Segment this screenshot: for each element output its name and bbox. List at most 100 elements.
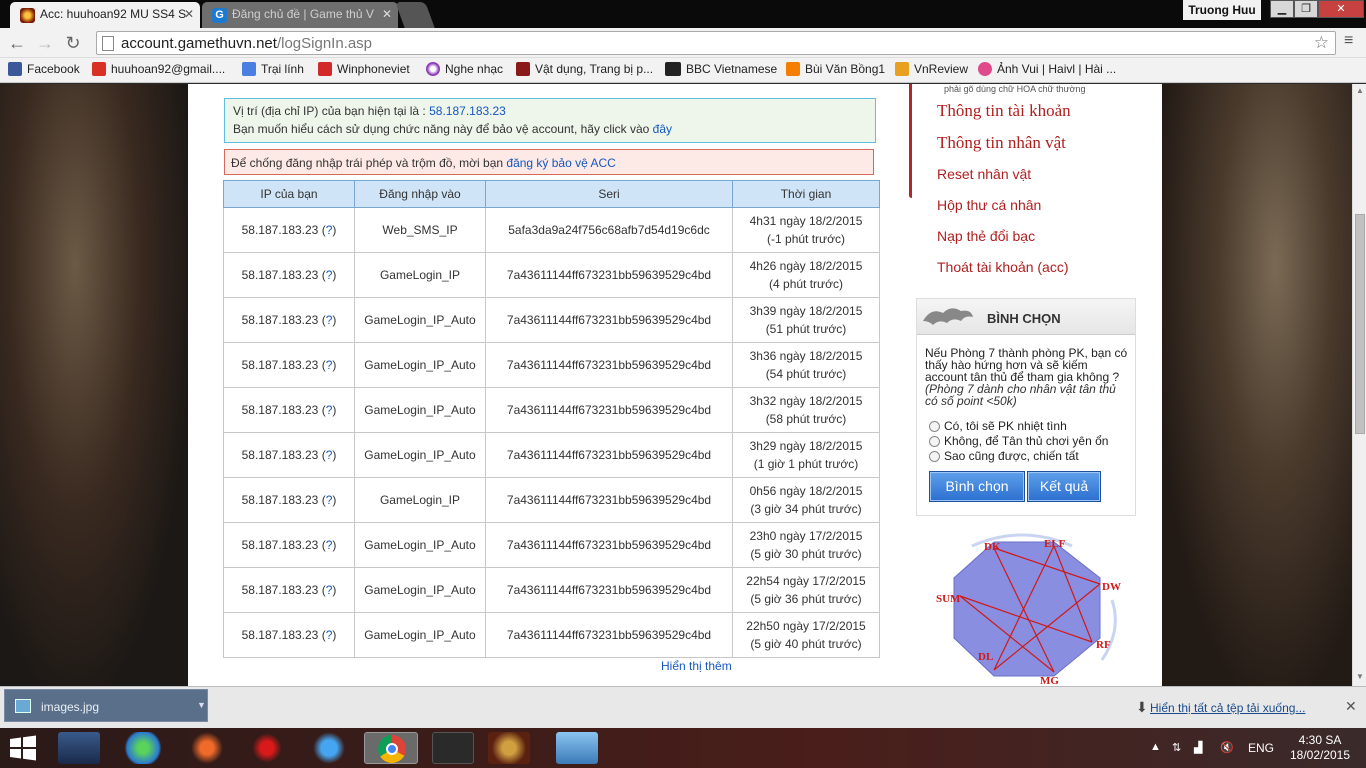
link-topup[interactable]: Nạp thẻ đổi bạc: [937, 228, 1035, 244]
ip-line: Vị trí (địa chỉ IP) của bạn hiện tại là …: [233, 102, 867, 120]
table-row: 58.187.183.23 (?) Web_SMS_IP 5afa3da9a24f7…: [223, 207, 880, 253]
ip-text: 58.187.183.23: [241, 493, 319, 507]
chrome-taskbar-button[interactable]: [364, 732, 418, 764]
ccleaner-icon[interactable]: [186, 732, 228, 764]
bookmark-haivl[interactable]: Ảnh Vui | Haivl | Hài ...: [978, 62, 1116, 76]
ip-help-link[interactable]: ?: [326, 358, 333, 372]
ip-help-link[interactable]: ?: [326, 583, 333, 597]
ip-help-link[interactable]: ?: [326, 628, 333, 642]
forward-icon[interactable]: →: [34, 32, 56, 54]
link-character-info[interactable]: Thông tin nhân vật: [937, 133, 1066, 153]
signal-icon[interactable]: ▟: [1194, 741, 1208, 755]
scroll-down-icon[interactable]: ▼: [1356, 672, 1364, 681]
poll-option-2[interactable]: Không, để Tân thủ chơi yên ổn: [929, 434, 1108, 448]
show-all-downloads-link[interactable]: Hiển thị tất cả tệp tải xuống...: [1150, 701, 1305, 715]
link-reset-character[interactable]: Reset nhân vật: [937, 166, 1031, 182]
radio-button[interactable]: [929, 421, 940, 432]
ip-help-link[interactable]: đây: [653, 122, 672, 136]
new-tab-button[interactable]: [395, 2, 435, 28]
time-text: 3h36 ngày 18/2/2015: [749, 349, 863, 363]
app-icon[interactable]: [246, 732, 288, 764]
profile-badge[interactable]: Truong Huu: [1183, 0, 1261, 20]
poll-option-3[interactable]: Sao cũng được, chiến tất: [929, 449, 1079, 463]
cell-login: GameLogin_IP_Auto: [354, 612, 486, 658]
link-account-info[interactable]: Thông tin tài khoản: [937, 101, 1071, 121]
class-label: DL: [978, 651, 993, 663]
link-inbox[interactable]: Hộp thư cá nhân: [937, 197, 1041, 213]
close-icon[interactable]: ✕: [1345, 698, 1357, 715]
show-more-link[interactable]: Hiển thị thêm: [661, 659, 732, 673]
bbc-icon: [665, 62, 681, 76]
window-close-button[interactable]: ✕: [1318, 0, 1364, 18]
ip-help-link[interactable]: ?: [326, 448, 333, 462]
tab-account[interactable]: Acc: huuhoan92 MU SS4 S ✕: [10, 2, 200, 28]
table-header-row: IP của bạn Đăng nhập vào Seri Thời gian: [223, 180, 880, 208]
time-ago: (54 phút trước): [765, 367, 847, 381]
back-icon[interactable]: ←: [6, 32, 28, 54]
cell-ip: 58.187.183.23 (?): [223, 567, 355, 613]
menu-icon[interactable]: ≡: [1344, 32, 1353, 50]
photo-viewer-icon[interactable]: [556, 732, 598, 764]
bookmark-label: Facebook: [27, 62, 80, 76]
windows-taskbar: ▲ ⇅ ▟ 🔇 ENG 4:30 SA 18/02/2015: [0, 728, 1366, 768]
scroll-thumb[interactable]: [1355, 214, 1365, 434]
windows-start-icon[interactable]: [8, 734, 38, 762]
table-row: 58.187.183.23 (?) GameLogin_IP 7a43611144f…: [223, 477, 880, 523]
ip-help-link[interactable]: ?: [326, 538, 333, 552]
ip-help-link[interactable]: ?: [326, 313, 333, 327]
maximize-button[interactable]: ❐: [1294, 0, 1318, 18]
browser-toolbar: ← → ↻ account.gamethuvn.net/logSignIn.as…: [0, 28, 1366, 58]
tray-arrow-icon[interactable]: ▲: [1150, 741, 1164, 755]
language-indicator[interactable]: ENG: [1248, 741, 1274, 755]
link-logout[interactable]: Thoát tài khoản (acc): [937, 259, 1069, 275]
address-bar[interactable]: account.gamethuvn.net/logSignIn.asp ☆: [96, 31, 1336, 55]
vote-button[interactable]: Bình chọn: [929, 471, 1025, 502]
bookmark-trai-linh[interactable]: Trại lính: [242, 62, 304, 76]
ip-help-link[interactable]: ?: [326, 223, 333, 237]
time-ago: (1 giờ 1 phút trước): [753, 457, 859, 471]
ie-icon[interactable]: [308, 732, 350, 764]
image-file-icon: [15, 699, 31, 713]
ip-help-link[interactable]: ?: [326, 268, 333, 282]
bookmark-vnreview[interactable]: VnReview: [895, 62, 968, 76]
minimize-button[interactable]: ▁: [1270, 0, 1294, 18]
mu-launcher-icon[interactable]: [488, 732, 530, 764]
ip-help-link[interactable]: ?: [326, 403, 333, 417]
close-icon[interactable]: ✕: [382, 7, 392, 21]
bookmark-vat-dung[interactable]: Vật dụng, Trang bị p...: [516, 62, 653, 76]
gmail-icon: [92, 62, 106, 76]
tab-forum[interactable]: G Đăng chủ đề | Game thủ V ✕: [202, 2, 398, 28]
radio-button[interactable]: [929, 451, 940, 462]
reload-icon[interactable]: ↻: [62, 32, 84, 54]
protect-acc-link[interactable]: đăng ký bảo vệ ACC: [506, 156, 615, 170]
class-label: MG: [1040, 675, 1059, 686]
notepad-icon[interactable]: [58, 732, 100, 764]
bookmark-bbc[interactable]: BBC Vietnamese: [665, 62, 777, 76]
time-ago: (-1 phút trước): [767, 232, 845, 246]
mu-game-icon[interactable]: [432, 732, 474, 764]
bookmark-blog[interactable]: Bùi Văn Bồng1: [786, 62, 885, 76]
result-button[interactable]: Kết quả: [1027, 471, 1101, 502]
sync-icon[interactable]: ⇅: [1172, 741, 1186, 755]
bookmark-gmail[interactable]: huuhoan92@gmail....: [92, 62, 225, 76]
radio-button[interactable]: [929, 436, 940, 447]
chevron-down-icon[interactable]: ▼: [197, 700, 206, 710]
background-art-left: [0, 84, 188, 686]
volume-icon[interactable]: 🔇: [1220, 741, 1234, 755]
bookmark-winphoneviet[interactable]: Winphoneviet: [318, 62, 410, 76]
download-item[interactable]: images.jpg ▼: [4, 689, 208, 722]
system-clock[interactable]: 4:30 SA 18/02/2015: [1282, 733, 1358, 763]
vertical-scrollbar[interactable]: ▲ ▼: [1352, 84, 1366, 686]
close-icon[interactable]: ✕: [184, 7, 194, 21]
option-label: Có, tôi sẽ PK nhiệt tình: [944, 419, 1067, 433]
url-text[interactable]: account.gamethuvn.net/logSignIn.asp: [121, 35, 372, 52]
ip-help-link[interactable]: ?: [326, 493, 333, 507]
star-icon[interactable]: ☆: [1314, 33, 1329, 53]
bookmark-nghe-nhac[interactable]: Nghe nhạc: [426, 62, 503, 76]
bookmark-facebook[interactable]: Facebook: [8, 62, 80, 76]
cell-ip: 58.187.183.23 (?): [223, 297, 355, 343]
main-content: Vị trí (địa chỉ IP) của bạn hiện tại là …: [188, 84, 912, 686]
idm-icon[interactable]: [122, 732, 164, 764]
scroll-up-icon[interactable]: ▲: [1356, 86, 1364, 95]
poll-option-1[interactable]: Có, tôi sẽ PK nhiệt tình: [929, 419, 1067, 433]
